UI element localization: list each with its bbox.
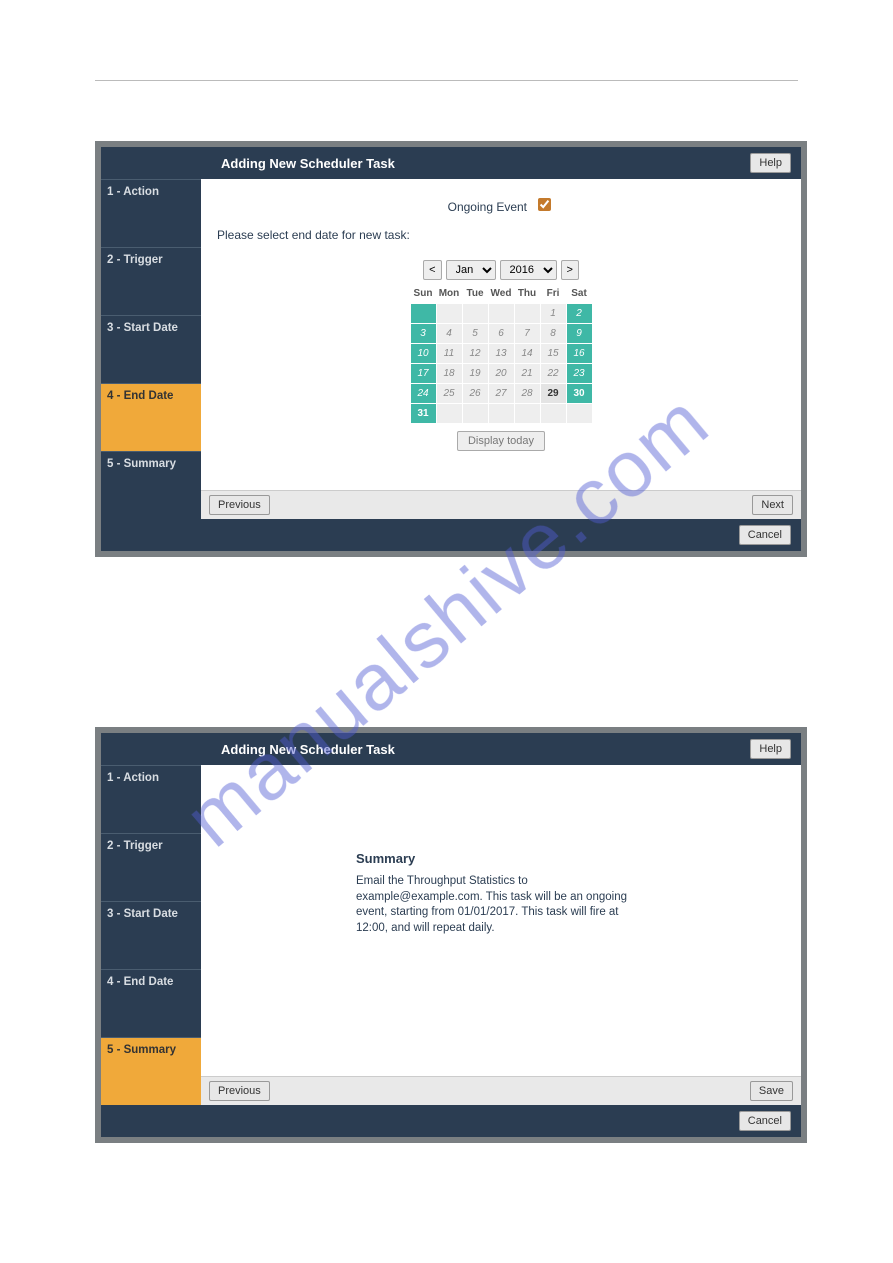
cal-day[interactable]: 25 bbox=[437, 384, 462, 403]
cal-day[interactable]: 13 bbox=[489, 344, 514, 363]
modal-header: Adding New Scheduler Task Help bbox=[101, 147, 801, 179]
cancel-button[interactable]: Cancel bbox=[739, 525, 791, 545]
wizard-step[interactable]: 3 - Start Date bbox=[101, 901, 201, 969]
help-button[interactable]: Help bbox=[750, 739, 791, 759]
wizard-step[interactable]: 4 - End Date bbox=[101, 383, 201, 451]
previous-button[interactable]: Previous bbox=[209, 495, 270, 515]
display-today-button[interactable]: Display today bbox=[457, 431, 545, 451]
cal-day[interactable]: 7 bbox=[515, 324, 540, 343]
cal-day[interactable]: 18 bbox=[437, 364, 462, 383]
cal-weekday-header: Sat bbox=[567, 284, 592, 303]
wizard-step[interactable]: 5 - Summary bbox=[101, 1037, 201, 1105]
modal-title: Adding New Scheduler Task bbox=[221, 156, 395, 171]
help-button[interactable]: Help bbox=[750, 153, 791, 173]
cal-day[interactable]: 1 bbox=[541, 304, 566, 323]
summary-text: Email the Throughput Statistics to examp… bbox=[356, 874, 646, 936]
ongoing-event-checkbox[interactable] bbox=[538, 198, 551, 211]
modal-title: Adding New Scheduler Task bbox=[221, 742, 395, 757]
cal-weekday-header: Wed bbox=[489, 284, 514, 303]
cal-day bbox=[437, 304, 462, 323]
cal-next-button[interactable]: > bbox=[561, 260, 579, 280]
cal-day[interactable]: 5 bbox=[463, 324, 488, 343]
cal-day[interactable]: 9 bbox=[567, 324, 592, 343]
cal-day bbox=[489, 404, 514, 423]
cal-day[interactable]: 11 bbox=[437, 344, 462, 363]
cal-day[interactable]: 2 bbox=[567, 304, 592, 323]
cal-day[interactable]: 4 bbox=[437, 324, 462, 343]
cal-prev-button[interactable]: < bbox=[423, 260, 441, 280]
cal-weekday-header: Sun bbox=[411, 284, 436, 303]
cal-day[interactable]: 15 bbox=[541, 344, 566, 363]
cal-day[interactable]: 27 bbox=[489, 384, 514, 403]
wizard-footer: Previous Next bbox=[201, 490, 801, 519]
cal-day[interactable]: 8 bbox=[541, 324, 566, 343]
cal-day[interactable]: 24 bbox=[411, 384, 436, 403]
cal-month-select[interactable]: Jan bbox=[446, 260, 496, 280]
cal-day bbox=[541, 404, 566, 423]
cal-day[interactable]: 26 bbox=[463, 384, 488, 403]
cal-day[interactable]: 19 bbox=[463, 364, 488, 383]
cal-day[interactable]: 12 bbox=[463, 344, 488, 363]
previous-button[interactable]: Previous bbox=[209, 1081, 270, 1101]
cal-day[interactable]: 20 bbox=[489, 364, 514, 383]
scheduler-wizard-summary: Adding New Scheduler Task Help 1 - Actio… bbox=[95, 727, 807, 1143]
scheduler-wizard-enddate: Adding New Scheduler Task Help 1 - Actio… bbox=[95, 141, 807, 557]
cal-day[interactable]: 29 bbox=[541, 384, 566, 403]
select-end-date-instruction: Please select end date for new task: bbox=[217, 228, 785, 242]
cal-day[interactable]: 17 bbox=[411, 364, 436, 383]
cal-day bbox=[463, 304, 488, 323]
wizard-step[interactable]: 5 - Summary bbox=[101, 451, 201, 519]
cal-day[interactable]: 21 bbox=[515, 364, 540, 383]
cal-year-select[interactable]: 2016 bbox=[500, 260, 557, 280]
wizard-step[interactable]: 3 - Start Date bbox=[101, 315, 201, 383]
cal-day bbox=[411, 304, 436, 323]
cal-day bbox=[515, 404, 540, 423]
cal-weekday-header: Mon bbox=[437, 284, 462, 303]
cal-day[interactable]: 10 bbox=[411, 344, 436, 363]
wizard-step[interactable]: 4 - End Date bbox=[101, 969, 201, 1037]
cal-day[interactable]: 16 bbox=[567, 344, 592, 363]
cal-day[interactable]: 31 bbox=[411, 404, 436, 423]
wizard-step[interactable]: 1 - Action bbox=[101, 765, 201, 833]
wizard-sidebar: 1 - Action2 - Trigger3 - Start Date4 - E… bbox=[101, 179, 201, 519]
cal-day bbox=[437, 404, 462, 423]
summary-heading: Summary bbox=[356, 851, 646, 866]
cal-day bbox=[515, 304, 540, 323]
wizard-step[interactable]: 1 - Action bbox=[101, 179, 201, 247]
cal-weekday-header: Fri bbox=[541, 284, 566, 303]
cal-day[interactable]: 28 bbox=[515, 384, 540, 403]
modal-header: Adding New Scheduler Task Help bbox=[101, 733, 801, 765]
cancel-button[interactable]: Cancel bbox=[739, 1111, 791, 1131]
cal-day[interactable]: 22 bbox=[541, 364, 566, 383]
wizard-sidebar: 1 - Action2 - Trigger3 - Start Date4 - E… bbox=[101, 765, 201, 1105]
cal-weekday-header: Thu bbox=[515, 284, 540, 303]
ongoing-event-label: Ongoing Event bbox=[448, 200, 527, 214]
wizard-step[interactable]: 2 - Trigger bbox=[101, 247, 201, 315]
calendar: < Jan 2016 > SunMonTueWedThuFriSat123456… bbox=[217, 260, 785, 451]
next-button[interactable]: Next bbox=[752, 495, 793, 515]
save-button[interactable]: Save bbox=[750, 1081, 793, 1101]
cal-day bbox=[489, 304, 514, 323]
cal-day[interactable]: 3 bbox=[411, 324, 436, 343]
cal-day[interactable]: 30 bbox=[567, 384, 592, 403]
cal-day[interactable]: 6 bbox=[489, 324, 514, 343]
wizard-step[interactable]: 2 - Trigger bbox=[101, 833, 201, 901]
cal-weekday-header: Tue bbox=[463, 284, 488, 303]
cal-day[interactable]: 23 bbox=[567, 364, 592, 383]
wizard-footer: Previous Save bbox=[201, 1076, 801, 1105]
cal-day bbox=[463, 404, 488, 423]
cal-day[interactable]: 14 bbox=[515, 344, 540, 363]
cal-day bbox=[567, 404, 592, 423]
